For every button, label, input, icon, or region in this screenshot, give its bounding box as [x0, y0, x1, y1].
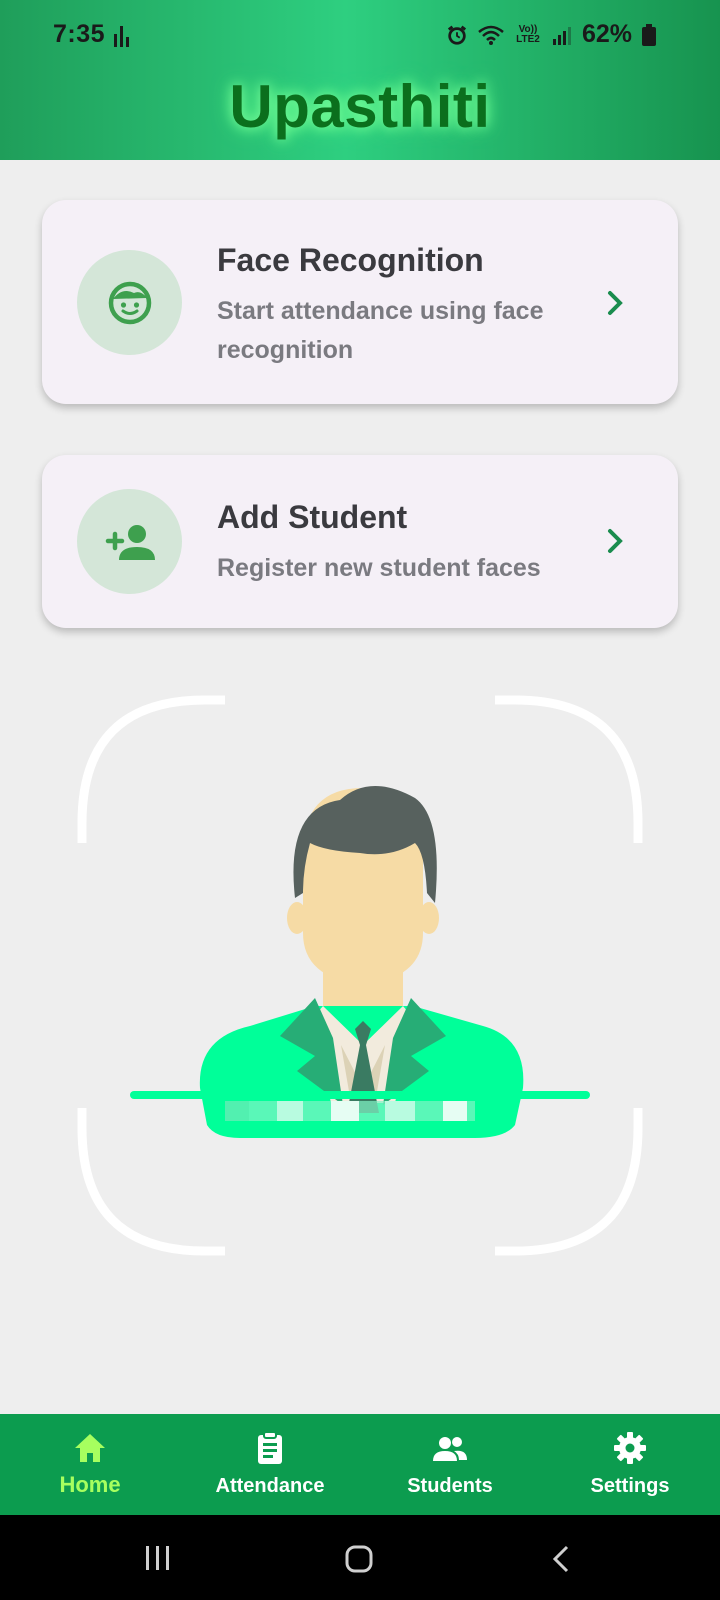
add-student-card[interactable]: Add Student Register new student faces [42, 455, 678, 628]
app-header: 7:35 Vo)) LTE2 62% Upasthiti [0, 0, 720, 160]
nav-label-students: Students [407, 1475, 493, 1497]
face-scan-illustration [77, 695, 643, 1256]
face-icon-circle [77, 250, 182, 355]
volte-label: Vo)) LTE2 [516, 23, 540, 45]
face-icon [108, 281, 151, 324]
nav-settings[interactable]: Settings [540, 1414, 720, 1515]
signal-icon [552, 26, 571, 45]
status-icons: Vo)) LTE2 62% [446, 20, 656, 49]
battery-percent: 62% [581, 20, 632, 48]
battery-icon [642, 23, 656, 46]
bottom-navigation: Home Attendance Students Settings [0, 1414, 720, 1515]
system-navigation-bar [0, 1515, 720, 1600]
app-title: Upasthiti [229, 73, 491, 140]
home-system-icon[interactable] [344, 1544, 374, 1574]
nav-attendance[interactable]: Attendance [180, 1414, 360, 1515]
nav-label-attendance: Attendance [215, 1475, 325, 1497]
status-bar: 7:35 Vo)) LTE2 62% [0, 0, 720, 70]
card-title: Face Recognition [217, 242, 484, 278]
card-subtitle: Start attendance using face recognition [217, 297, 544, 364]
people-icon [433, 1437, 467, 1461]
nav-students[interactable]: Students [360, 1414, 540, 1515]
wifi-icon [478, 25, 504, 45]
data-activity-icon [114, 24, 130, 53]
recent-apps-icon[interactable] [143, 1545, 173, 1571]
clipboard-icon [258, 1431, 282, 1464]
add-person-icon-circle [77, 489, 182, 594]
add-person-icon [105, 524, 155, 560]
status-time: 7:35 [53, 20, 106, 48]
chevron-right-icon [608, 529, 623, 553]
nav-label-settings: Settings [590, 1475, 670, 1497]
nav-label-home: Home [59, 1472, 121, 1497]
alarm-icon [447, 25, 467, 45]
card-title: Add Student [217, 499, 408, 535]
nav-home[interactable]: Home [0, 1414, 180, 1515]
face-recognition-card[interactable]: Face Recognition Start attendance using … [42, 200, 678, 404]
chevron-right-icon [608, 291, 623, 315]
card-subtitle: Register new student faces [217, 554, 541, 582]
gear-icon [614, 1432, 646, 1464]
home-icon [75, 1434, 105, 1462]
back-icon[interactable] [550, 1544, 572, 1574]
